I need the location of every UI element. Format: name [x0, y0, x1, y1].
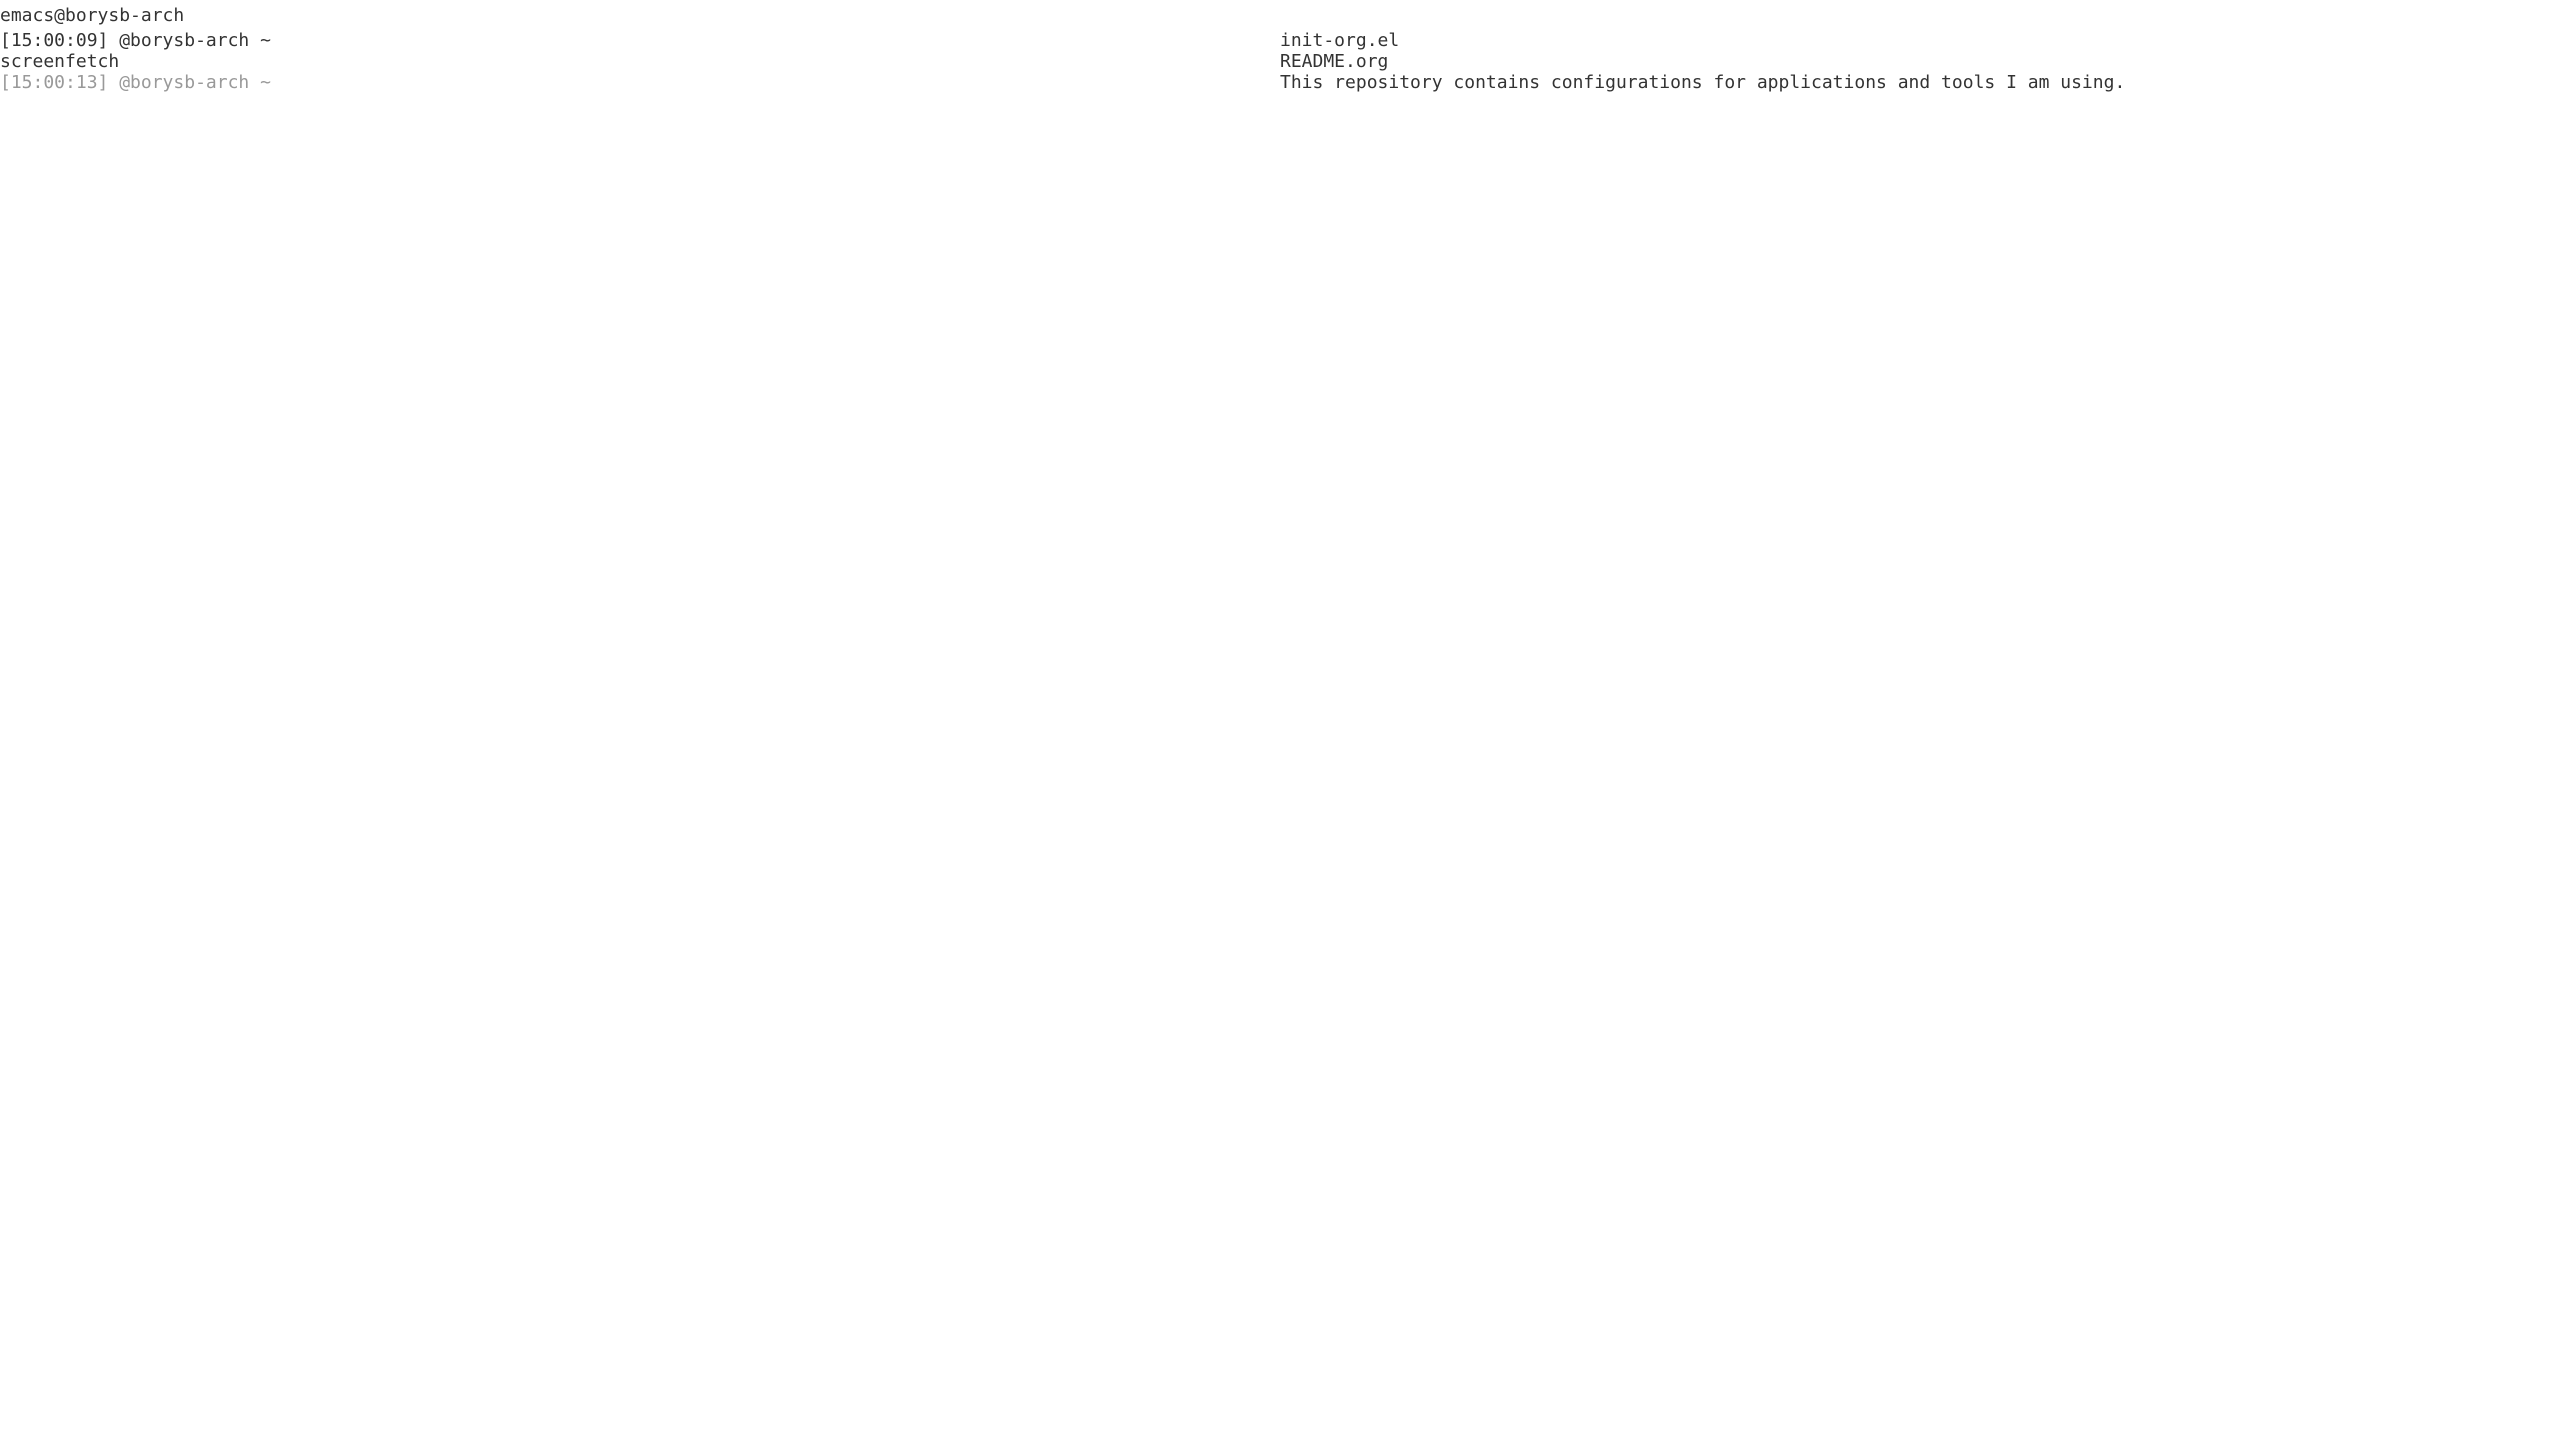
terminal-command-1: screenfetch: [0, 51, 120, 72]
terminal-prompt-2: [15:00:13] @borysb-arch ~: [0, 72, 271, 93]
terminal-prompt-1: [15:00:09] @borysb-arch ~: [0, 30, 271, 51]
emacs-frame[interactable]: init-org.el README.org This repository c…: [1280, 30, 2560, 1440]
top-buffer-name: init-org.el: [1280, 30, 1400, 51]
bottom-buffer-intro: This repository contains configurations …: [1280, 72, 2126, 93]
terminal-pane[interactable]: [15:00:09] @borysb-arch ~ screenfetch [1…: [0, 30, 1280, 1440]
top-bar: emacs@borysb-arch: [0, 0, 2560, 30]
bottom-buffer-name: README.org: [1280, 51, 1389, 72]
window-title: emacs@borysb-arch: [0, 4, 185, 26]
